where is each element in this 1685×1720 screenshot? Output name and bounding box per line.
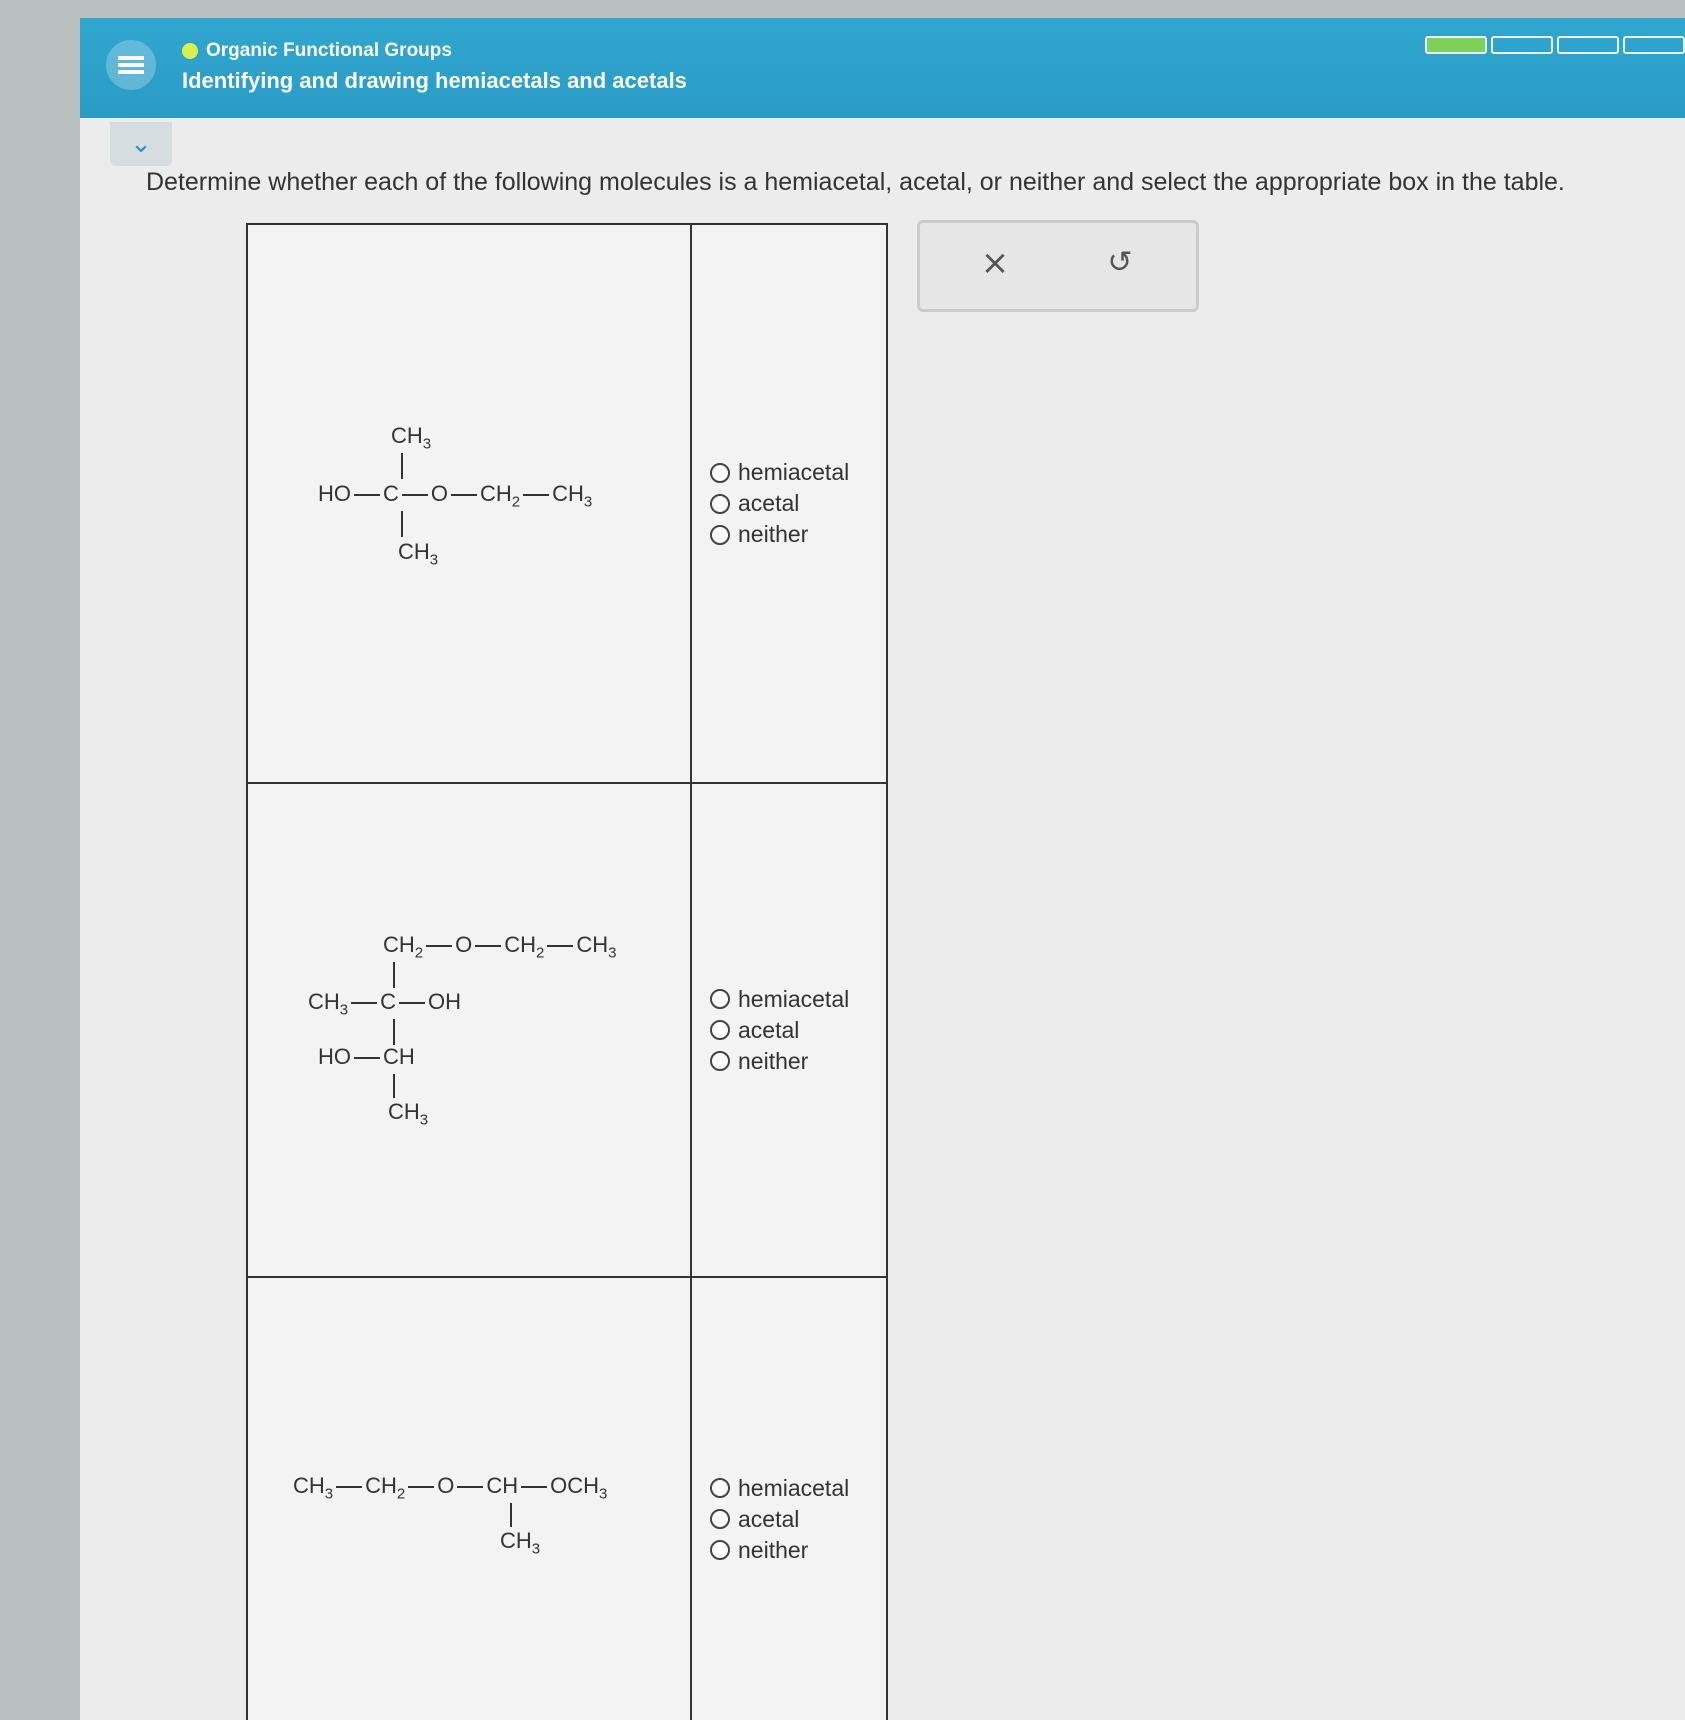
options-cell-2: hemiacetal acetal neither <box>690 782 888 1278</box>
instructions: Determine whether each of the following … <box>146 168 1565 196</box>
m3-bottom: CH3 <box>500 1528 541 1558</box>
progress-segment <box>1623 36 1685 54</box>
undo-button[interactable]: ↺ <box>1100 243 1140 283</box>
topic-label: Organic Functional Groups <box>206 40 452 61</box>
m1-top: CH3 <box>391 423 432 453</box>
option-acetal[interactable]: acetal <box>710 1506 885 1533</box>
radio-icon <box>710 462 730 483</box>
clear-button[interactable]: × <box>975 243 1015 283</box>
m1-main-chain: HO C O CH2 CH3 <box>318 481 593 511</box>
radio-icon <box>710 1051 730 1071</box>
radio-icon <box>710 493 730 514</box>
radio-icon <box>710 524 730 545</box>
radio-icon <box>710 1478 730 1498</box>
action-box: × ↺ <box>917 220 1199 312</box>
option-hemiacetal[interactable]: hemiacetal <box>710 986 885 1013</box>
molecule-cell-1: CH3 HO C O CH2 CH3 CH3 <box>246 223 692 784</box>
menu-button[interactable] <box>106 40 156 90</box>
option-hemiacetal[interactable]: hemiacetal <box>710 1475 885 1502</box>
option-hemiacetal[interactable]: hemiacetal <box>710 459 885 486</box>
status-dot-icon <box>182 43 198 59</box>
radio-icon <box>710 989 730 1009</box>
options-cell-1: hemiacetal acetal neither <box>690 223 888 784</box>
m2-bottom: CH3 <box>388 1099 429 1129</box>
table-row: CH3 HO C O CH2 CH3 CH3 hemiacetal acetal nei… <box>246 223 888 784</box>
m2-lower: HO CH <box>318 1044 415 1069</box>
table-row: CH3 CH2 O CH OCH3 CH3 hemiacetal acetal neit… <box>246 1276 888 1720</box>
option-acetal[interactable]: acetal <box>710 1017 885 1044</box>
menu-icon <box>118 53 144 77</box>
progress-segment <box>1425 36 1487 54</box>
question-table: CH3 HO C O CH2 CH3 CH3 hemiacetal acetal nei… <box>246 223 888 1720</box>
chevron-down-icon: ⌄ <box>130 129 152 159</box>
collapse-button[interactable]: ⌄ <box>110 122 172 166</box>
option-neither[interactable]: neither <box>710 1537 885 1564</box>
molecule-cell-3: CH3 CH2 O CH OCH3 CH3 <box>246 1276 692 1720</box>
m3-main-chain: CH3 CH2 O CH OCH3 <box>293 1473 608 1503</box>
header: Organic Functional Groups Identifying an… <box>80 18 1685 118</box>
option-acetal[interactable]: acetal <box>710 490 885 517</box>
m2-middle: CH3 C OH <box>308 989 462 1019</box>
radio-icon <box>710 1020 730 1040</box>
topic-line: Organic Functional Groups <box>182 40 452 62</box>
progress-segment <box>1557 36 1619 54</box>
progress-bar <box>1425 36 1685 54</box>
m1-bottom: CH3 <box>398 539 439 569</box>
table-row: CH2 O CH2 CH3 CH3 C OH HO CH CH3 hemiacetal ac… <box>246 782 888 1278</box>
options-cell-3: hemiacetal acetal neither <box>690 1276 888 1720</box>
option-neither[interactable]: neither <box>710 521 885 548</box>
m2-top-chain: CH2 O CH2 CH3 <box>383 932 617 962</box>
screen: Organic Functional Groups Identifying an… <box>80 18 1685 1720</box>
molecule-cell-2: CH2 O CH2 CH3 CH3 C OH HO CH CH3 <box>246 782 692 1278</box>
undo-icon: ↺ <box>1107 245 1133 280</box>
page-title: Identifying and drawing hemiacetals and … <box>182 68 687 93</box>
option-neither[interactable]: neither <box>710 1048 885 1075</box>
radio-icon <box>710 1509 730 1529</box>
progress-segment <box>1491 36 1553 54</box>
close-icon: × <box>980 243 1010 283</box>
radio-icon <box>710 1540 730 1560</box>
